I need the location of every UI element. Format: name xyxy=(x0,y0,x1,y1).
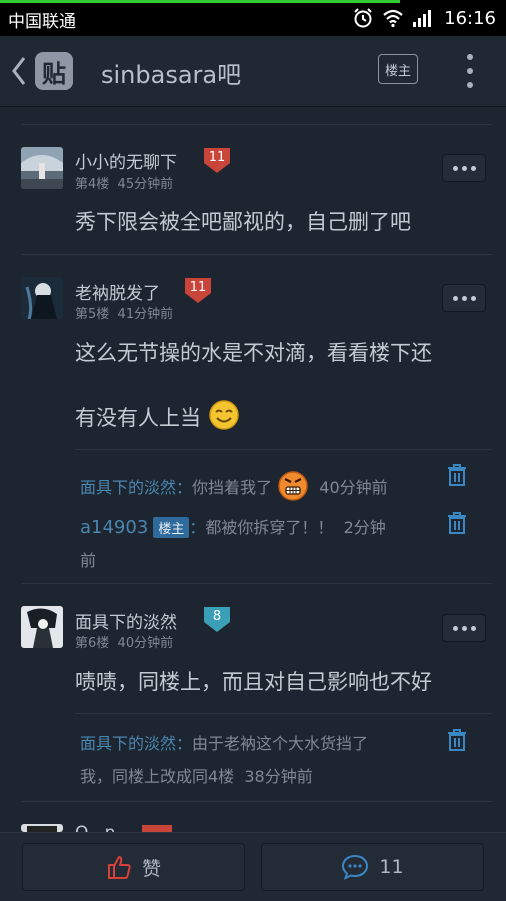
delete-trash-icon[interactable] xyxy=(446,728,468,752)
avatar[interactable] xyxy=(21,277,63,319)
reply-username[interactable]: 面具下的淡然 xyxy=(80,478,176,497)
clock: 16:16 xyxy=(444,7,496,29)
delete-trash-icon[interactable] xyxy=(446,511,468,535)
level-badge: 11 xyxy=(202,147,232,174)
angry-emoji-icon xyxy=(278,471,308,501)
post-list[interactable]: 小小的无聊下 11 第4楼 45分钟前 秀下限会被全吧鄙视的，自己删了吧 老衲脱… xyxy=(0,107,506,832)
reply-text-continued: 我，同楼上改成同4楼 38分钟前 xyxy=(80,767,313,786)
post-text-line: 这么无节操的水是不对滴，看看楼下还 xyxy=(75,341,432,365)
floor-number: 第5楼 xyxy=(75,307,110,322)
overflow-menu-icon[interactable] xyxy=(460,54,480,88)
back-arrow-icon[interactable] xyxy=(6,54,32,88)
reply-text: 你挡着我了 xyxy=(192,478,273,497)
post-text-line: 有没有人上当 xyxy=(75,399,240,432)
like-button[interactable]: 赞 xyxy=(22,843,245,891)
page-title: sinbasara吧 xyxy=(101,61,242,89)
level-badge: 8 xyxy=(202,606,232,633)
thumbs-up-icon xyxy=(107,856,131,879)
post-time: 40分钟前 xyxy=(117,636,174,651)
more-options-button[interactable] xyxy=(442,614,486,642)
reply-time-continued: 前 xyxy=(80,551,97,570)
divider xyxy=(22,124,492,125)
delete-trash-icon[interactable] xyxy=(446,463,468,487)
level-badge xyxy=(142,825,172,832)
username[interactable]: 小小的无聊下 xyxy=(75,148,177,173)
avatar[interactable] xyxy=(21,824,63,832)
divider xyxy=(75,713,492,714)
reply-username[interactable]: a14903 xyxy=(80,517,148,538)
reply-item: 面具下的淡然：你挡着我了 40分钟前 xyxy=(80,470,440,502)
tieba-logo[interactable]: 贴 xyxy=(35,52,73,90)
post-time: 41分钟前 xyxy=(117,307,174,322)
post-time: 45分钟前 xyxy=(117,177,174,192)
reply-username[interactable]: 面具下的淡然 xyxy=(80,734,176,753)
more-options-button[interactable] xyxy=(442,154,486,182)
divider xyxy=(22,801,492,802)
comment-count: 11 xyxy=(379,856,404,878)
avatar[interactable] xyxy=(21,606,63,648)
comment-bubble-icon xyxy=(342,854,369,880)
only-op-button[interactable]: 楼主 xyxy=(378,54,418,84)
username[interactable]: Q...n xyxy=(75,823,115,832)
carrier-name: 中国联通 xyxy=(8,12,76,32)
alarm-icon xyxy=(354,8,372,28)
comment-button[interactable]: 11 xyxy=(261,843,484,891)
divider xyxy=(22,254,492,255)
download-progress-line xyxy=(0,0,400,3)
reply-time: 38分钟前 xyxy=(244,767,313,786)
wifi-icon xyxy=(383,9,403,28)
post-text: 啧啧，同楼上，而且对自己影响也不好 xyxy=(75,670,432,694)
status-bar: 中国联通 16:16 xyxy=(0,0,506,36)
signal-icon xyxy=(413,10,432,27)
op-tag: 楼主 xyxy=(153,517,190,538)
reply-time: 40分钟前 xyxy=(319,478,388,497)
reply-text: 都被你拆穿了！！ xyxy=(205,518,334,537)
avatar[interactable] xyxy=(21,147,63,189)
floor-number: 第4楼 xyxy=(75,177,110,192)
top-nav-bar: 贴 sinbasara吧 楼主 xyxy=(0,36,506,107)
more-options-button[interactable] xyxy=(442,284,486,312)
post-meta: 第4楼 45分钟前 xyxy=(75,173,173,192)
post-meta: 第5楼 41分钟前 xyxy=(75,303,173,322)
post-meta: 第6楼 40分钟前 xyxy=(75,632,173,651)
smile-emoji-icon xyxy=(208,400,239,430)
level-badge: 11 xyxy=(183,277,213,304)
divider xyxy=(22,583,492,584)
status-icons: 16:16 xyxy=(352,5,496,31)
post-text: 秀下限会被全吧鄙视的，自己删了吧 xyxy=(75,210,411,234)
floor-number: 第6楼 xyxy=(75,636,110,651)
reply-text: 由于老衲这个大水货挡了 xyxy=(192,734,369,753)
reply-time: 2分钟 xyxy=(343,518,386,537)
username[interactable]: 老衲脱发了 xyxy=(75,279,160,304)
username[interactable]: 面具下的淡然 xyxy=(75,608,177,633)
reply-item: a14903 楼主 ：都被你拆穿了！！ 2分钟 xyxy=(80,517,386,538)
bottom-action-bar: 赞 11 xyxy=(0,832,506,901)
divider xyxy=(75,449,492,450)
reply-item: 面具下的淡然：由于老衲这个大水货挡了 xyxy=(80,734,369,753)
like-label: 赞 xyxy=(141,857,161,880)
